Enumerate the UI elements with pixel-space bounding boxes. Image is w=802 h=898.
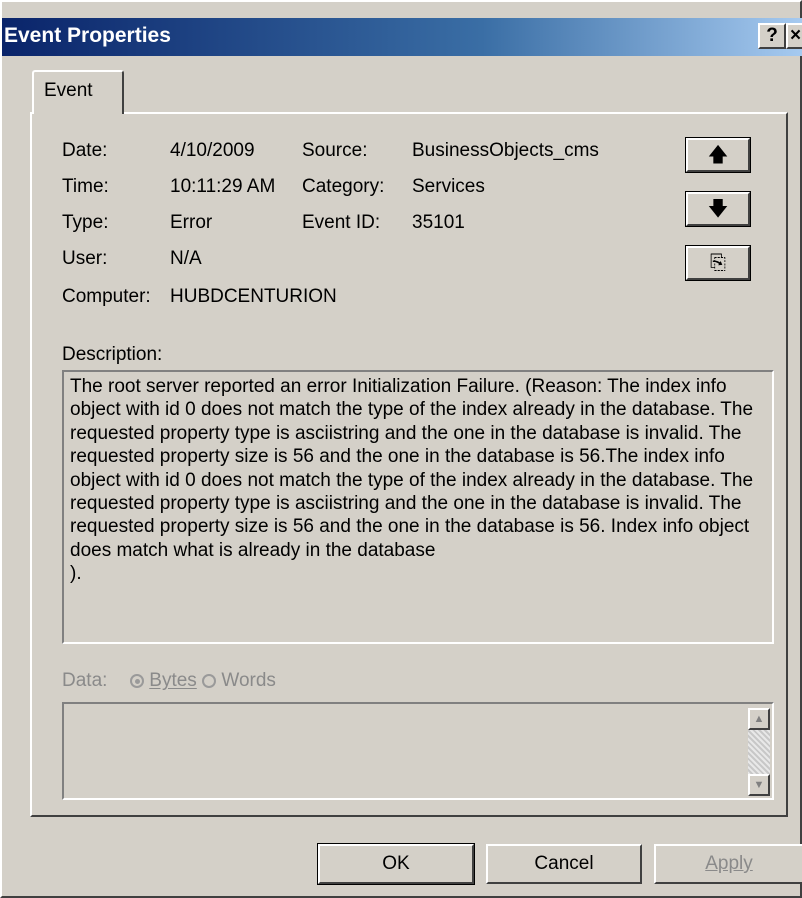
category-label: Category: [302, 176, 385, 197]
computer-value: HUBDCENTURION [170, 286, 337, 307]
user-value: N/A [170, 248, 202, 269]
description-label: Description: [62, 344, 163, 365]
type-label: Type: [62, 212, 109, 233]
tab-event[interactable]: Event [32, 70, 124, 114]
help-icon: ? [766, 25, 778, 46]
ok-button-label: OK [382, 853, 410, 874]
scroll-down-icon: ▼ [753, 779, 765, 791]
event-id-value: 35101 [412, 212, 465, 233]
scroll-up-icon: ▲ [753, 713, 765, 725]
ok-button[interactable]: OK [317, 843, 475, 885]
user-label: User: [62, 248, 108, 269]
window-title: Event Properties [4, 24, 171, 47]
scroll-track[interactable] [748, 730, 770, 774]
data-textbox[interactable]: ▲ ▼ [62, 702, 774, 800]
copy-to-clipboard-button[interactable]: ⎘ [685, 245, 751, 281]
words-radio-label: Words [221, 670, 276, 691]
time-value: 10:11:29 AM [170, 176, 276, 197]
computer-label: Computer: [62, 286, 151, 307]
arrow-up-icon: 🡅 [707, 144, 729, 166]
description-text: The root server reported an error Initia… [70, 376, 754, 585]
description-textbox[interactable]: The root server reported an error Initia… [62, 370, 774, 644]
date-label: Date: [62, 140, 108, 161]
time-label: Time: [62, 176, 109, 197]
cancel-button-label: Cancel [534, 853, 594, 874]
next-event-button[interactable]: 🡇 [685, 191, 751, 227]
apply-button-label: Apply [705, 853, 753, 874]
data-format-group: Data: Bytes Words [62, 670, 276, 692]
data-label: Data: [62, 670, 108, 691]
scroll-up-button[interactable]: ▲ [748, 708, 770, 730]
category-value: Services [412, 176, 485, 197]
scroll-down-button[interactable]: ▼ [748, 774, 770, 796]
previous-event-button[interactable]: 🡅 [685, 137, 751, 173]
words-radio[interactable] [202, 673, 217, 688]
event-properties-dialog: Event Properties ? × Event Date: 4/10/20… [0, 0, 802, 898]
tab-event-label: Event [44, 80, 93, 101]
help-button[interactable]: ? [758, 23, 786, 49]
source-value: BusinessObjects_cms [412, 140, 599, 161]
bytes-radio[interactable] [129, 673, 144, 688]
type-value: Error [170, 212, 213, 233]
bytes-radio-label: Bytes [149, 670, 197, 691]
source-label: Source: [302, 140, 368, 161]
apply-button[interactable]: Apply [654, 844, 802, 884]
copy-icon: ⎘ [710, 252, 726, 274]
date-value: 4/10/2009 [170, 140, 255, 161]
arrow-down-icon: 🡇 [707, 198, 729, 220]
close-button[interactable]: × [786, 23, 802, 49]
title-bar[interactable]: Event Properties ? × [2, 18, 802, 56]
cancel-button[interactable]: Cancel [486, 844, 642, 884]
data-scrollbar[interactable]: ▲ ▼ [748, 708, 770, 796]
close-icon: × [790, 25, 802, 46]
event-id-label: Event ID: [302, 212, 381, 233]
